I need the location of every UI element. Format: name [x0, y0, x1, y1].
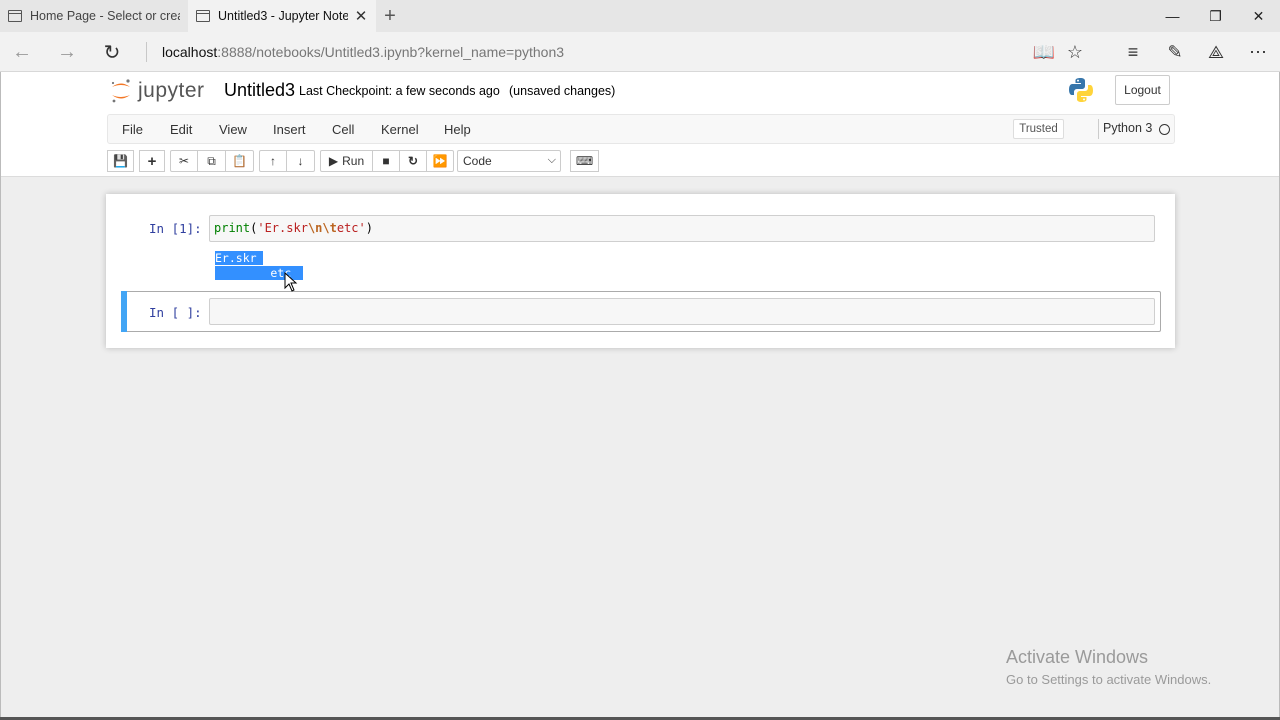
save-icon: 💾	[113, 154, 128, 168]
refresh-icon[interactable]: ↻	[98, 38, 126, 66]
code-string: 'Er.skr	[257, 221, 308, 235]
notebook-container: In [1]: print('Er.skr\n\tetc') Er.skr et…	[106, 194, 1175, 348]
menu-edit[interactable]: Edit	[170, 122, 192, 137]
code-text: print('Er.skr\n\tetc')	[214, 221, 373, 235]
watermark-subtitle: Go to Settings to activate Windows.	[1006, 672, 1212, 687]
trusted-indicator[interactable]: Trusted	[1013, 119, 1064, 139]
mouse-cursor-icon	[284, 272, 298, 292]
checkpoint-status: Last Checkpoint: a few seconds ago	[299, 84, 500, 98]
browser-nav-bar: ← → ↻ localhost:8888/notebooks/Untitled3…	[0, 32, 1280, 72]
save-button[interactable]: 💾	[107, 150, 134, 172]
run-label: Run	[342, 154, 365, 168]
address-bar[interactable]: localhost:8888/notebooks/Untitled3.ipynb…	[162, 44, 564, 60]
paste-button[interactable]: 📋	[225, 150, 254, 172]
menu-view[interactable]: View	[219, 122, 247, 137]
kernel-idle-icon	[1159, 124, 1170, 135]
forward-arrow-icon[interactable]: →	[53, 38, 81, 66]
menu-cell[interactable]: Cell	[332, 122, 354, 137]
code-input[interactable]	[209, 298, 1155, 325]
cell-type-select[interactable]: Code ⌵	[457, 150, 561, 172]
more-icon[interactable]: ⋯	[1244, 38, 1272, 66]
menu-file[interactable]: File	[122, 122, 143, 137]
fast-forward-icon: ⏩	[432, 154, 448, 168]
logout-button[interactable]: Logout	[1115, 75, 1170, 105]
unsaved-status: (unsaved changes)	[509, 84, 616, 98]
star-icon[interactable]: ☆	[1061, 38, 1089, 66]
code-input[interactable]: print('Er.skr\n\tetc')	[209, 215, 1155, 242]
menu-insert[interactable]: Insert	[273, 122, 306, 137]
play-icon: ▶	[328, 154, 339, 168]
tab-title: Home Page - Select or create	[30, 9, 180, 23]
logo-text: jupyter	[138, 79, 205, 102]
jupyter-logo[interactable]: jupyter	[110, 78, 205, 104]
code-string: etc'	[336, 221, 366, 235]
back-arrow-icon[interactable]: ←	[8, 38, 36, 66]
plus-icon: +	[147, 152, 157, 170]
url-path: :8888/notebooks/Untitled3.ipynb?kernel_n…	[217, 44, 565, 60]
chevron-down-icon: ⌵	[547, 154, 556, 166]
tab-home-page[interactable]: Home Page - Select or create	[0, 0, 188, 32]
jupyter-header: jupyter Untitled3 Last Checkpoint: a few…	[1, 72, 1279, 177]
page-icon	[8, 10, 22, 22]
menu-kernel[interactable]: Kernel	[381, 122, 419, 137]
divider	[1098, 119, 1099, 139]
command-palette-button[interactable]: ⌨	[570, 150, 599, 172]
arrow-up-icon: ↑	[270, 154, 276, 168]
minimize-icon[interactable]: —	[1151, 0, 1194, 32]
output-line: Er.skr	[215, 251, 263, 265]
url-host: localhost	[162, 44, 218, 60]
cut-button[interactable]: ✂	[170, 150, 198, 172]
move-up-button[interactable]: ↑	[259, 150, 287, 172]
copy-icon: ⧉	[207, 153, 216, 168]
menu-help[interactable]: Help	[444, 122, 471, 137]
copy-button[interactable]: ⧉	[197, 150, 226, 172]
interrupt-button[interactable]: ■	[372, 150, 400, 172]
windows-activation-watermark: Activate Windows Go to Settings to activ…	[1006, 647, 1211, 687]
restart-button[interactable]: ↻	[399, 150, 427, 172]
new-tab-button[interactable]: +	[376, 0, 404, 32]
cell-selection-bar	[121, 291, 127, 332]
paste-icon: 📋	[232, 154, 247, 168]
browser-tab-bar: Home Page - Select or create Untitled3 -…	[0, 0, 1280, 32]
code-escape: \t	[322, 221, 337, 235]
reading-view-icon[interactable]: 📖	[1030, 38, 1058, 66]
code-paren: )	[365, 221, 373, 235]
scissors-icon: ✂	[178, 154, 190, 168]
notebook-name[interactable]: Untitled3	[224, 80, 295, 101]
arrow-down-icon: ↓	[297, 154, 304, 168]
kernel-name: Python 3	[1103, 121, 1153, 135]
page: jupyter Untitled3 Last Checkpoint: a few…	[0, 72, 1280, 720]
move-down-button[interactable]: ↓	[286, 150, 315, 172]
code-escape: \n	[307, 221, 323, 235]
jupyter-logo-icon	[111, 79, 130, 103]
tab-title: Untitled3 - Jupyter Note	[218, 9, 348, 23]
window-controls: — ❐ ✕	[1151, 0, 1280, 32]
stop-icon: ■	[382, 154, 390, 168]
restart-run-all-button[interactable]: ⏩	[426, 150, 454, 172]
restore-icon[interactable]: ❐	[1194, 0, 1237, 32]
keyboard-icon: ⌨	[575, 154, 594, 168]
insert-cell-button[interactable]: +	[139, 150, 165, 172]
input-prompt: In [ ]:	[149, 305, 202, 320]
restart-icon: ↻	[407, 154, 419, 168]
close-window-icon[interactable]: ✕	[1237, 0, 1280, 32]
watermark-title: Activate Windows	[1006, 647, 1149, 667]
tab-untitled3[interactable]: Untitled3 - Jupyter Note ✕	[188, 0, 376, 32]
share-icon[interactable]: ⟁	[1202, 38, 1230, 66]
code-function: print	[214, 221, 251, 235]
hub-icon[interactable]: ≡	[1119, 38, 1147, 66]
run-button[interactable]: ▶ Run	[320, 150, 373, 172]
cell-type-value: Code	[463, 154, 492, 168]
python-logo-icon	[1069, 78, 1093, 102]
web-note-icon[interactable]: ✎	[1161, 38, 1189, 66]
divider	[146, 42, 147, 62]
input-prompt: In [1]:	[149, 221, 202, 236]
close-icon[interactable]: ✕	[354, 7, 368, 25]
page-icon	[196, 10, 210, 22]
